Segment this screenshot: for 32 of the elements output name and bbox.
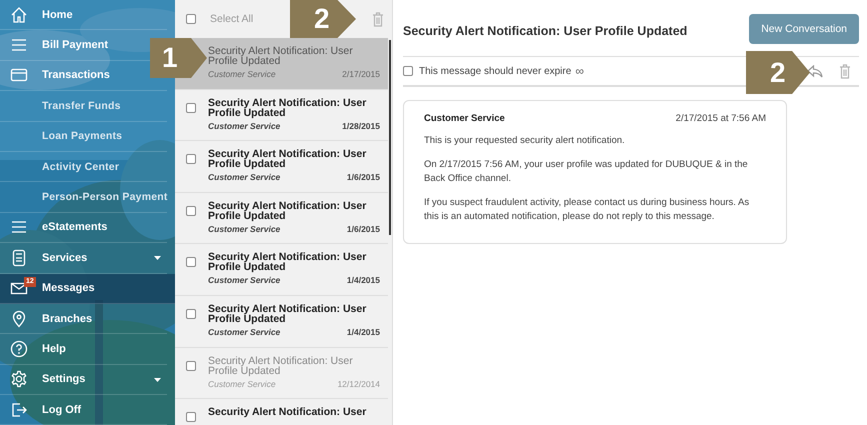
message-title: Security Alert Notification: User Profile Updated: [403, 24, 688, 38]
message-sender: Customer Service: [208, 172, 280, 182]
message-subject: Security Alert Notification: User Profile Updated: [208, 149, 368, 170]
message-date: 1/4/2015: [346, 275, 380, 286]
message-sender: Customer Service: [208, 275, 280, 286]
message-subject: Security Alert Notification: User Profile Updated: [208, 304, 368, 324]
message-subject: Security Alert Notification: User: [208, 407, 368, 418]
message-date: 2/17/2015: [342, 69, 380, 79]
message-sender: Customer Service: [208, 378, 276, 389]
message-sender: Customer Service: [208, 69, 276, 79]
message-paragraph: This is your requested security alert notification.: [424, 134, 626, 148]
message-sender: Customer Service: [208, 224, 280, 234]
message-subject: Security Alert Notification: User Profile Updated: [208, 46, 354, 66]
message-date: 1/28/2015: [342, 120, 380, 131]
message-date: 1/4/2015: [346, 326, 380, 337]
message-date: 1/6/2015: [346, 172, 380, 182]
message-subject: Security Alert Notification: User Profile Updated: [208, 98, 368, 118]
message-sender: Customer Service: [208, 326, 280, 337]
message-date: 12/12/2014: [337, 378, 380, 389]
infinity-symbol: ∞: [575, 64, 584, 78]
message-subject: Security Alert Notification: User Profile Updated: [208, 356, 354, 376]
message-date: 1/6/2015: [346, 224, 380, 234]
message-paragraph: On 2/17/2015 7:56 AM, your user profile was updated for DUBUQUE & in the Back Office channel.: [424, 158, 749, 186]
message-sender: Customer Service: [424, 113, 505, 124]
never-expire-label: This message should never expire: [419, 66, 572, 76]
step-tooltip: 2: [746, 51, 810, 94]
message-sender: Customer Service: [208, 120, 280, 131]
select-all-label: Select All: [210, 13, 254, 25]
message-subject: Security Alert Notification: User Profile Updated: [208, 200, 368, 221]
message-paragraph: If you suspect fraudulent activity, please contact us during business hours. As this is an automated notification, please do not reply to this message.: [424, 196, 750, 224]
message-timestamp: 2/17/2015 at 7:56 AM: [676, 113, 766, 124]
message-subject: Security Alert Notification: User Profile Updated: [208, 252, 368, 272]
